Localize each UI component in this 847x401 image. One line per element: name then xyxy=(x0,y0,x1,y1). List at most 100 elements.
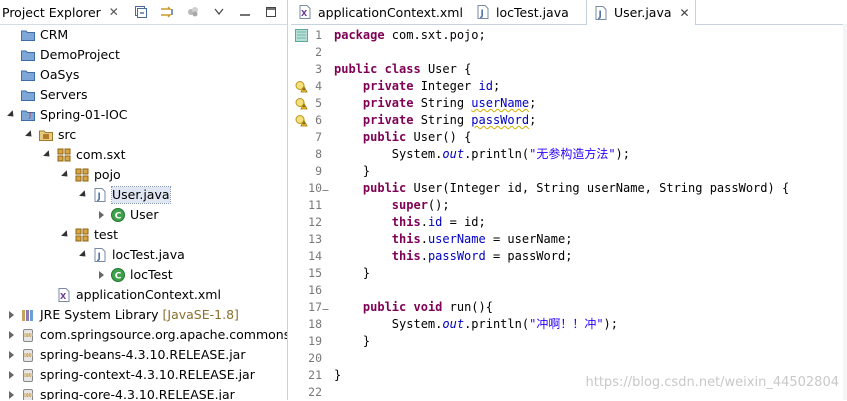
expand-arrow-icon[interactable] xyxy=(6,368,16,382)
filters-icon[interactable] xyxy=(185,4,201,20)
tree-item-label: com.sxt xyxy=(76,147,125,163)
collapse-arrow-icon[interactable] xyxy=(78,248,89,262)
link-with-editor-icon[interactable] xyxy=(159,4,175,20)
tree-item[interactable]: src xyxy=(0,125,287,145)
tree-item[interactable]: 010 spring-context-4.3.10.RELEASE.jar xyxy=(0,365,287,385)
code-token: . xyxy=(420,249,428,263)
code-token: super xyxy=(391,198,428,212)
overview-ruler[interactable] xyxy=(843,24,847,400)
project-explorer-tab[interactable]: Project Explorer ✕ xyxy=(0,0,119,24)
tree-item[interactable]: 010 spring-beans-4.3.10.RELEASE.jar xyxy=(0,345,287,365)
line-number: 18 xyxy=(308,317,322,331)
code-line: public class User { xyxy=(334,61,471,78)
code-token: class xyxy=(384,62,421,76)
tree-item[interactable]: DemoProject xyxy=(0,45,287,65)
collapse-arrow-icon[interactable] xyxy=(60,228,71,242)
collapse-arrow-icon[interactable] xyxy=(78,188,89,202)
code-token: ; xyxy=(492,79,501,93)
tree-item-label: User.java xyxy=(111,186,171,204)
code-token: = passWord; xyxy=(485,249,573,263)
bookmark-icon[interactable] xyxy=(295,29,308,42)
jar-icon: 010 xyxy=(20,347,36,363)
tree-item-label: locTest.java xyxy=(112,247,185,263)
tree-item[interactable]: com.sxt xyxy=(0,145,287,165)
tree-item[interactable]: C User xyxy=(0,205,287,225)
maximize-icon[interactable] xyxy=(263,4,279,20)
xml-file-icon: X xyxy=(56,287,72,303)
line-number: 12 xyxy=(308,215,322,229)
close-icon[interactable]: ✕ xyxy=(109,5,119,19)
tree-item[interactable]: JRE System Library [JavaSE-1.8] xyxy=(0,305,287,325)
warning-icon[interactable] xyxy=(295,114,308,127)
tree-item[interactable]: CRM xyxy=(0,25,287,45)
line-number: 14 xyxy=(308,249,322,263)
collapse-all-icon[interactable] xyxy=(133,4,149,20)
minimize-icon[interactable] xyxy=(237,4,253,20)
code-token: private xyxy=(362,113,414,127)
fold-toggle-icon[interactable] xyxy=(322,184,329,198)
expand-arrow-icon[interactable] xyxy=(6,328,16,342)
code-token: = id; xyxy=(442,215,486,229)
tree-item[interactable]: 010 com.springsource.org.apache.commons.l… xyxy=(0,325,287,345)
tree-item-label: spring-beans-4.3.10.RELEASE.jar xyxy=(40,347,245,363)
code-token: com.sxt.pojo; xyxy=(384,28,486,42)
view-menu-icon[interactable] xyxy=(211,4,227,20)
warning-icon[interactable] xyxy=(295,80,308,93)
view-toolbar xyxy=(133,3,279,21)
tree-item-label: Spring-01-IOC xyxy=(40,107,128,123)
collapse-arrow-icon[interactable] xyxy=(42,148,53,162)
code-token: private xyxy=(362,79,414,93)
tree-item-label: com.springsource.org.apache.commons.lo xyxy=(40,327,288,343)
tree-item[interactable]: OaSys xyxy=(0,65,287,85)
editor-tab-bar: XapplicationContext.xml JlocTest.java J Use… xyxy=(291,0,847,25)
tree-item[interactable]: pojo xyxy=(0,165,287,185)
code-line: } xyxy=(334,333,370,350)
tree-item[interactable]: JlocTest.java xyxy=(0,245,287,265)
tree-item[interactable]: 010 spring-core-4.3.10.RELEASE.jar xyxy=(0,385,287,400)
fold-toggle-icon[interactable] xyxy=(322,303,329,317)
line-number: 17 xyxy=(308,300,322,314)
tree-item-text: spring-beans-4.3.10.RELEASE.jar xyxy=(40,347,246,362)
tree-item-text: applicationContext.xml xyxy=(76,287,221,302)
collapse-arrow-icon[interactable] xyxy=(6,108,17,122)
watermark-text: https://blog.csdn.net/weixin_44502804 xyxy=(585,375,839,390)
project-explorer-title: Project Explorer xyxy=(2,4,101,20)
source-folder-icon xyxy=(38,127,54,143)
java-file-icon: J xyxy=(593,5,609,21)
collapse-arrow-icon[interactable] xyxy=(60,168,71,182)
line-number: 11 xyxy=(308,198,322,212)
expand-arrow-icon[interactable] xyxy=(6,388,16,400)
expand-arrow-icon[interactable] xyxy=(6,348,16,362)
project-tree: CRM DemoProject OaSys Servers J Spring-01-IOC… xyxy=(0,25,287,400)
tree-item[interactable]: XapplicationContext.xml xyxy=(0,285,287,305)
line-number: 7 xyxy=(315,130,322,144)
code-area[interactable]: 1 2 3 4 5 6 7 8 9 10 11 12 13 14 15 16 17 18 19 20 21 22 pack… xyxy=(291,26,847,400)
tree-item-text: OaSys xyxy=(40,67,80,82)
tree-item[interactable]: Servers xyxy=(0,85,287,105)
code-token: public xyxy=(334,62,378,76)
tree-item[interactable]: J User.java xyxy=(0,185,287,205)
expand-arrow-icon[interactable] xyxy=(96,208,106,222)
tree-item-label: CRM xyxy=(40,27,68,43)
code-line: private String userName; xyxy=(334,95,536,112)
warning-icon[interactable] xyxy=(295,97,308,110)
close-icon[interactable]: ✕ xyxy=(680,6,690,20)
tree-item[interactable]: J Spring-01-IOC xyxy=(0,105,287,125)
collapse-arrow-icon[interactable] xyxy=(24,128,35,142)
editor-tab[interactable]: J User.java ✕ xyxy=(586,0,696,25)
editor-tab[interactable]: XapplicationContext.xml xyxy=(291,0,469,24)
expand-arrow-icon[interactable] xyxy=(96,268,106,282)
expand-arrow-icon[interactable] xyxy=(6,308,16,322)
code-token: void xyxy=(413,300,443,314)
tree-item[interactable]: ClocTest xyxy=(0,265,287,285)
line-number-gutter: 1 2 3 4 5 6 7 8 9 10 11 12 13 14 15 16 17 18 19 20 21 22 xyxy=(291,26,329,400)
java-project-icon: J xyxy=(20,107,36,123)
editor-tab[interactable]: JlocTest.java xyxy=(469,0,586,24)
class-icon: C xyxy=(110,267,126,283)
code-line: private String passWord; xyxy=(334,112,536,129)
tree-item[interactable]: test xyxy=(0,225,287,245)
tree-item-text: com.springsource.org.apache.commons.lo xyxy=(40,327,288,342)
